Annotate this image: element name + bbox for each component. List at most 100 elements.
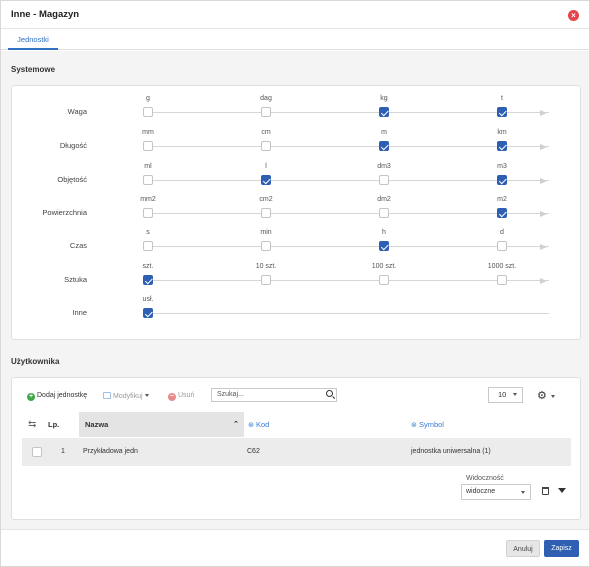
unit-option-label: 100 szt.: [371, 263, 397, 270]
unit-checkbox[interactable]: [497, 208, 507, 218]
unit-option-label: szt.: [142, 263, 154, 270]
unit-checkbox[interactable]: [261, 107, 271, 117]
unit-checkbox[interactable]: [379, 107, 389, 117]
row-label: Powierzchnia: [42, 208, 87, 217]
tab-jednostki[interactable]: Jednostki: [8, 30, 58, 50]
cancel-button[interactable]: Anuluj: [506, 540, 540, 557]
unit-checkbox[interactable]: [261, 241, 271, 251]
uzytkownika-panel: + Dodaj jednostkę Modyfikuj − Usuń Szukaj.…: [11, 377, 581, 520]
dialog-footer: Anuluj Zapisz: [1, 529, 589, 566]
chevron-down-icon: [521, 491, 525, 494]
sort-toggle-icon: ⊛: [411, 422, 417, 429]
unit-option-label: mm2: [140, 196, 156, 203]
row-label: Waga: [67, 107, 87, 116]
column-header-symbol-label: Symbol: [418, 420, 444, 429]
edit-button[interactable]: Modyfikuj: [103, 392, 149, 400]
unit-checkbox[interactable]: [143, 107, 153, 117]
unit-option-label: ml: [144, 163, 152, 170]
tab-bar: Jednostki: [1, 30, 589, 50]
unit-scale-track: [145, 112, 549, 113]
unit-checkbox[interactable]: [497, 241, 507, 251]
column-header-symbol[interactable]: ⊛ Symbol: [411, 412, 551, 437]
unit-checkbox[interactable]: [261, 275, 271, 285]
unit-checkbox[interactable]: [497, 175, 507, 185]
unit-checkbox[interactable]: [379, 175, 389, 185]
unit-checkbox[interactable]: [261, 175, 271, 185]
search-icon[interactable]: [326, 390, 333, 397]
edit-icon: [103, 392, 111, 399]
column-header-lp[interactable]: Lp.: [48, 412, 78, 437]
toggle-columns-icon[interactable]: ⇆: [28, 412, 42, 437]
dialog: Inne - Magazyn × Jednostki Systemowe Wag…: [0, 0, 590, 567]
unit-option-label: usł.: [142, 296, 154, 303]
delete-button[interactable]: − Usuń: [168, 392, 194, 401]
unit-checkbox[interactable]: [143, 175, 153, 185]
unit-option-label: 10 szt.: [255, 263, 277, 270]
unit-option-label: min: [260, 229, 272, 236]
unit-checkbox[interactable]: [379, 275, 389, 285]
page-size-select[interactable]: 10: [488, 387, 523, 403]
unit-option-label: km: [497, 129, 507, 136]
unit-checkbox[interactable]: [379, 141, 389, 151]
column-header-kod[interactable]: ⊛ Kod: [248, 412, 388, 437]
unit-option-label: mm: [142, 129, 154, 136]
close-icon[interactable]: ×: [568, 10, 579, 21]
settings-menu-button[interactable]: ⚙: [537, 389, 555, 402]
unit-scale-track: [145, 313, 549, 314]
arrow-right-icon: [540, 243, 547, 250]
filter-icon[interactable]: [558, 488, 566, 493]
unit-checkbox[interactable]: [261, 141, 271, 151]
search-input[interactable]: Szukaj...: [211, 388, 337, 402]
row-label: Objętość: [57, 175, 87, 184]
unit-checkbox[interactable]: [497, 107, 507, 117]
visibility-label: Widoczność: [466, 475, 504, 482]
dialog-header: Inne - Magazyn ×: [1, 1, 589, 29]
unit-option-label: m3: [497, 163, 507, 170]
unit-checkbox[interactable]: [143, 308, 153, 318]
visibility-value: widoczne: [466, 488, 496, 495]
section-title-uzytkownika: Użytkownika: [11, 357, 60, 366]
unit-option-label: m2: [497, 196, 507, 203]
dialog-body: Systemowe Waga g dag kg t Długość mm cm m km Objęt…: [1, 51, 589, 529]
table-row[interactable]: 1 Przykładowa jedn C62 jednostka uniwers…: [22, 438, 571, 466]
unit-checkbox[interactable]: [379, 208, 389, 218]
dialog-title: Inne - Magazyn: [11, 9, 80, 20]
unit-scale-track: [145, 246, 549, 247]
arrow-right-icon: [540, 143, 547, 150]
visibility-select[interactable]: widoczne: [461, 484, 531, 500]
unit-checkbox[interactable]: [261, 208, 271, 218]
unit-option-label: t: [501, 95, 503, 102]
unit-checkbox[interactable]: [143, 275, 153, 285]
chevron-down-icon: [144, 394, 149, 397]
unit-checkbox[interactable]: [497, 141, 507, 151]
unit-checkbox[interactable]: [497, 275, 507, 285]
unit-checkbox[interactable]: [379, 241, 389, 251]
sort-ascending-icon: ⌃: [233, 421, 239, 428]
systemowe-panel: Waga g dag kg t Długość mm cm m km Objętość ml l dm3 m…: [11, 85, 581, 340]
add-unit-button[interactable]: + Dodaj jednostkę: [27, 392, 87, 401]
unit-option-label: dm2: [377, 196, 391, 203]
plus-icon: +: [27, 393, 35, 401]
unit-option-label: cm: [261, 129, 271, 136]
unit-option-label: d: [500, 229, 504, 236]
unit-checkbox[interactable]: [143, 141, 153, 151]
unit-checkbox[interactable]: [143, 208, 153, 218]
column-header-nazwa[interactable]: Nazwa ⌃: [79, 412, 244, 437]
unit-option-label: l: [265, 163, 267, 170]
save-button[interactable]: Zapisz: [544, 540, 579, 557]
unit-option-label: 1000 szt.: [487, 263, 517, 270]
chevron-down-icon: [513, 393, 518, 396]
row-label: Inne: [72, 308, 87, 317]
row-select-checkbox[interactable]: [32, 447, 42, 457]
column-header-nazwa-label: Nazwa: [85, 420, 109, 429]
add-unit-label: Dodaj jednostkę: [37, 392, 88, 399]
trash-icon[interactable]: [542, 487, 549, 495]
edit-label: Modyfikuj: [113, 393, 143, 400]
arrow-right-icon: [540, 277, 547, 284]
unit-option-label: dag: [260, 95, 272, 102]
row-label: Długość: [59, 141, 87, 150]
unit-checkbox[interactable]: [143, 241, 153, 251]
cell-symbol: jednostka uniwersalna (1): [411, 448, 491, 455]
unit-option-label: g: [146, 95, 150, 102]
delete-label: Usuń: [178, 392, 195, 399]
